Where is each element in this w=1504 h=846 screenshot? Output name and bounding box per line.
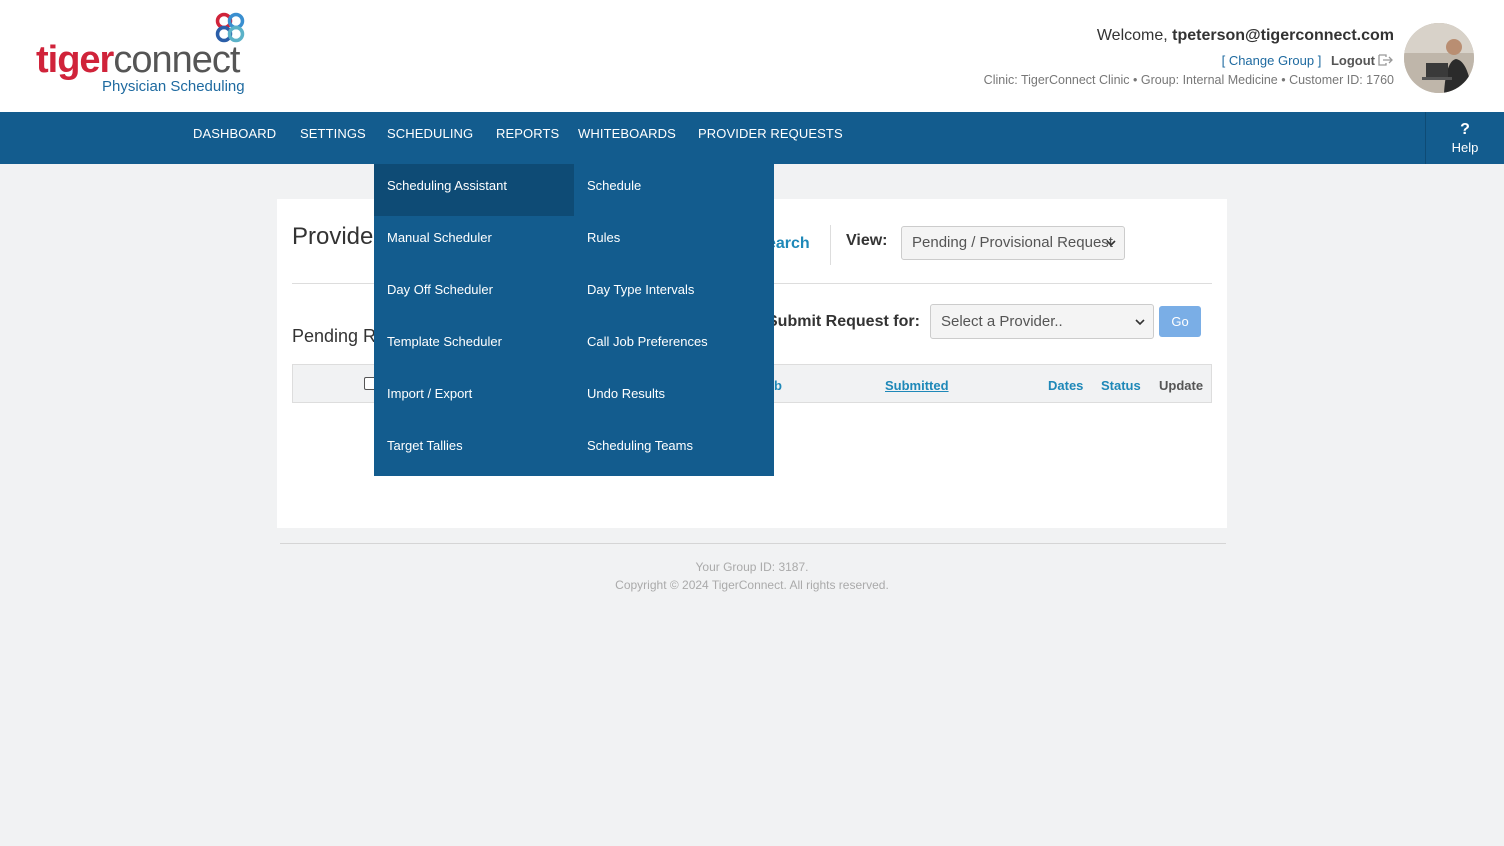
menu-item-scheduling-assistant[interactable]: Scheduling Assistant [374, 164, 574, 216]
th-dates[interactable]: Dates [1048, 378, 1083, 393]
menu-item-import-export[interactable]: Import / Export [374, 372, 574, 424]
logout-link[interactable]: Logout [1331, 53, 1394, 68]
th-update: Update [1159, 378, 1204, 393]
nav-scheduling[interactable]: SCHEDULING [387, 112, 473, 164]
scheduling-dropdown-menu: Scheduling Assistant Manual Scheduler Da… [374, 164, 774, 476]
vertical-divider [830, 225, 831, 265]
menu-item-scheduling-teams[interactable]: Scheduling Teams [574, 424, 774, 476]
menu-item-schedule[interactable]: Schedule [574, 164, 774, 216]
menu-item-template-scheduler[interactable]: Template Scheduler [374, 320, 574, 372]
welcome-text: Welcome, tpeterson@tigerconnect.com [984, 26, 1394, 46]
go-button[interactable]: Go [1159, 306, 1201, 337]
logout-label: Logout [1330, 53, 1375, 68]
logo-subtitle: Physician Scheduling [102, 78, 245, 95]
user-info: Welcome, tpeterson@tigerconnect.com [ Ch… [984, 26, 1394, 88]
page-title: Provide [292, 223, 374, 250]
clinic-meta: Clinic: TigerConnect Clinic • Group: Int… [983, 73, 1394, 87]
submit-request-label: Submit Request for: [767, 313, 920, 330]
view-label: View: [846, 232, 888, 249]
logo-wordmark: tigerconnect [36, 38, 240, 82]
logout-icon [1378, 54, 1393, 66]
th-submitted[interactable]: Submitted [885, 378, 949, 393]
menu-item-undo-results[interactable]: Undo Results [574, 372, 774, 424]
chevron-down-icon [1135, 318, 1145, 325]
footer-divider [280, 543, 1226, 544]
menu-item-manual-scheduler[interactable]: Manual Scheduler [374, 216, 574, 268]
view-select[interactable]: Pending / Provisional Request [901, 226, 1125, 260]
th-job[interactable]: b [774, 378, 782, 393]
nav-dashboard[interactable]: DASHBOARD [193, 112, 276, 164]
menu-item-day-off-scheduler[interactable]: Day Off Scheduler [374, 268, 574, 320]
menu-item-call-job-preferences[interactable]: Call Job Preferences [574, 320, 774, 372]
avatar-photo [1404, 23, 1474, 93]
footer-group-id: Your Group ID: 3187. [695, 560, 809, 574]
pending-requests-title: Pending R [292, 326, 377, 346]
provider-select[interactable]: Select a Provider.. [930, 304, 1154, 339]
user-avatar[interactable] [1404, 23, 1474, 93]
logo-word-tiger: tiger [36, 39, 114, 81]
help-label: Help [1451, 140, 1479, 155]
th-status[interactable]: Status [1101, 378, 1141, 393]
nav-provider-requests[interactable]: PROVIDER REQUESTS [698, 112, 843, 164]
menu-item-rules[interactable]: Rules [574, 216, 774, 268]
footer-copyright: Copyright © 2024 TigerConnect. All right… [615, 578, 889, 592]
app-header: tigerconnect Physician Scheduling Welcom… [0, 0, 1504, 112]
user-links: [ Change Group ] Logout [984, 52, 1394, 70]
nav-reports[interactable]: REPORTS [496, 112, 559, 164]
menu-item-day-type-intervals[interactable]: Day Type Intervals [574, 268, 774, 320]
menu-item-target-tallies[interactable]: Target Tallies [374, 424, 574, 476]
user-email: tpeterson@tigerconnect.com [1172, 27, 1394, 44]
nav-settings[interactable]: SETTINGS [300, 112, 366, 164]
welcome-prefix: Welcome, [1096, 27, 1173, 44]
logo-word-connect: connect [113, 39, 240, 81]
change-group-link[interactable]: [ Change Group ] [1222, 53, 1322, 68]
main-nav: DASHBOARD SETTINGS SCHEDULING REPORTS WH… [0, 112, 1504, 164]
tigerconnect-logo[interactable]: tigerconnect Physician Scheduling [36, 12, 256, 102]
help-button[interactable]: ? Help [1425, 112, 1504, 164]
chevron-down-icon [1106, 240, 1116, 247]
provider-select-value: Select a Provider.. [941, 313, 1063, 330]
nav-whiteboards[interactable]: WHITEBOARDS [578, 112, 676, 164]
view-select-value: Pending / Provisional Request [912, 234, 1113, 251]
help-icon: ? [1460, 121, 1470, 138]
